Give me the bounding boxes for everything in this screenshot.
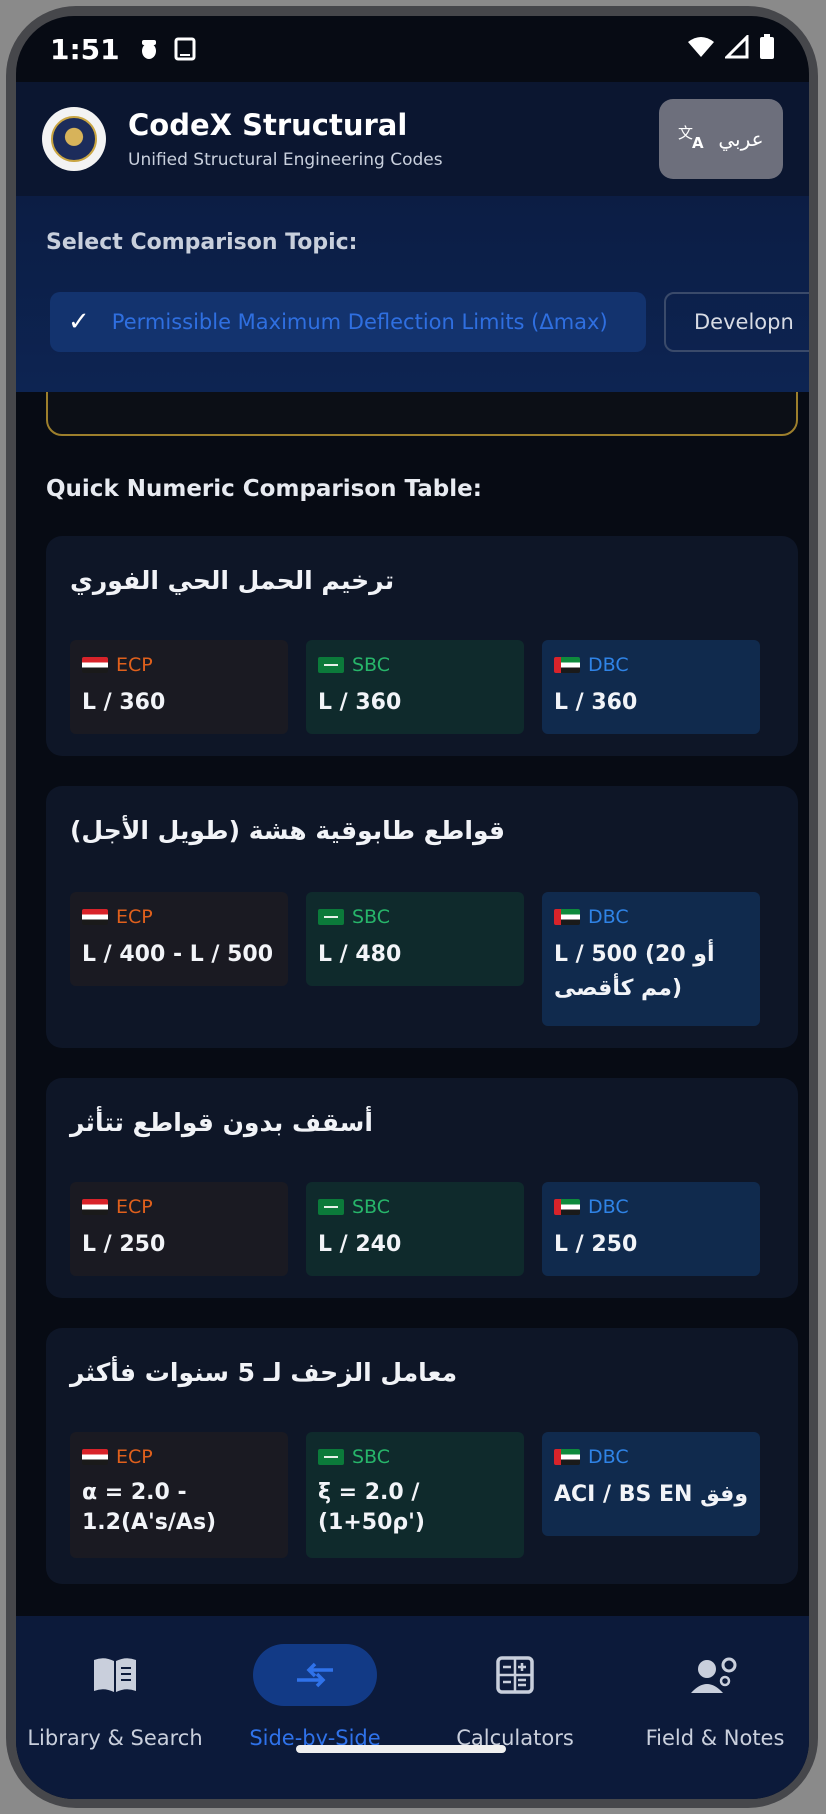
- battery-icon: [759, 34, 775, 64]
- app-title: CodeX Structural: [128, 108, 408, 142]
- saudi-flag-icon: [318, 909, 344, 925]
- translate-icon: 文A: [678, 124, 708, 155]
- row-title: ترخيم الحمل الحي الفوري: [70, 566, 395, 595]
- comparison-content: Quick Numeric Comparison Table: ترخيم ال…: [16, 392, 809, 1616]
- check-icon: ✓: [68, 307, 90, 337]
- code-label: ECP: [116, 1196, 153, 1218]
- home-indicator[interactable]: [296, 1745, 506, 1753]
- dbc-value: L / 360: [554, 690, 638, 715]
- nav-label: Field & Notes: [645, 1726, 785, 1750]
- nav-label: Library & Search: [27, 1726, 203, 1750]
- egypt-flag-icon: [82, 657, 108, 673]
- app-logo: [42, 107, 106, 171]
- egypt-flag-icon: [82, 1449, 108, 1465]
- topic-chip-label: Permissible Maximum Deflection Limits (Δ…: [111, 310, 608, 334]
- sbc-cell: SBC ξ = 2.0 / (1+50ρ'): [306, 1432, 524, 1558]
- code-label: DBC: [588, 906, 629, 928]
- dbc-cell: DBC وفق ACI / BS EN: [542, 1432, 760, 1536]
- ecp-value: L / 400 - L / 500: [82, 942, 274, 967]
- code-label: DBC: [588, 654, 629, 676]
- status-time: 1:51: [50, 32, 120, 66]
- sbc-cell: SBC L / 240: [306, 1182, 524, 1276]
- ecp-value: α = 2.0 - 1.2(A's/As): [82, 1480, 217, 1535]
- row-title: قواطع طابوقية هشة (طويل الأجل): [70, 816, 506, 845]
- book-icon: [16, 1644, 214, 1706]
- saudi-flag-icon: [318, 657, 344, 673]
- saudi-flag-icon: [318, 1199, 344, 1215]
- nav-library-search[interactable]: Library & Search: [16, 1644, 214, 1750]
- uae-flag-icon: [554, 1449, 580, 1465]
- svg-text:文: 文: [678, 124, 693, 142]
- uae-flag-icon: [554, 657, 580, 673]
- uae-flag-icon: [554, 1199, 580, 1215]
- comparison-row: أسقف بدون قواطع تتأثر ECP L / 250 SBC L …: [46, 1078, 798, 1298]
- dbc-value: L / 500 (أو 20 مم كأقصى): [554, 942, 715, 1001]
- sbc-value: L / 240: [318, 1232, 402, 1257]
- language-toggle-button[interactable]: 文A عربي: [659, 99, 783, 179]
- dbc-value: L / 250: [554, 1232, 638, 1257]
- dbc-value: وفق ACI / BS EN: [553, 1482, 748, 1507]
- comparison-row: معامل الزحف لـ 5 سنوات فأكثر ECP α = 2.0…: [46, 1328, 798, 1584]
- svg-text:A: A: [692, 134, 704, 150]
- saudi-flag-icon: [318, 1449, 344, 1465]
- topic-selector: Select Comparison Topic: ✓ Permissible M…: [16, 196, 809, 392]
- uae-flag-icon: [554, 909, 580, 925]
- row-title: معامل الزحف لـ 5 سنوات فأكثر: [70, 1358, 458, 1387]
- code-label: SBC: [352, 1446, 391, 1468]
- comparison-row: قواطع طابوقية هشة (طويل الأجل) ECP L / 4…: [46, 786, 798, 1048]
- sbc-value: L / 360: [318, 690, 402, 715]
- egypt-flag-icon: [82, 1199, 108, 1215]
- bottom-navigation: Library & Search Side-by-Side Calculator…: [16, 1616, 809, 1799]
- dbc-cell: DBC L / 360: [542, 640, 760, 734]
- ecp-cell: ECP L / 400 - L / 500: [70, 892, 288, 986]
- topic-chip-deflection[interactable]: ✓ Permissible Maximum Deflection Limits …: [50, 292, 646, 352]
- phone-frame: 1:51 CodeX Structural Unified Structural…: [6, 6, 818, 1808]
- engineer-icon: [616, 1644, 809, 1706]
- code-label: DBC: [588, 1196, 629, 1218]
- app-header: CodeX Structural Unified Structural Engi…: [16, 82, 809, 196]
- screenshot-icon: [174, 37, 196, 61]
- code-label: ECP: [116, 1446, 153, 1468]
- app-screen: 1:51 CodeX Structural Unified Structural…: [16, 16, 809, 1799]
- nav-field-notes[interactable]: Field & Notes: [616, 1644, 809, 1750]
- topic-chip-development[interactable]: Developn: [664, 292, 809, 352]
- status-bar: 1:51: [16, 16, 809, 82]
- sbc-value: ξ = 2.0 / (1+50ρ'): [318, 1480, 425, 1535]
- app-subtitle: Unified Structural Engineering Codes: [128, 150, 443, 170]
- topic-label: Select Comparison Topic:: [46, 230, 358, 255]
- bug-icon: [138, 37, 160, 61]
- code-label: SBC: [352, 906, 391, 928]
- wifi-icon: [687, 35, 715, 63]
- code-label: DBC: [588, 1446, 629, 1468]
- dbc-cell: DBC L / 250: [542, 1182, 760, 1276]
- notes-card: [46, 392, 798, 436]
- sbc-cell: SBC L / 480: [306, 892, 524, 986]
- dbc-cell: DBC L / 500 (أو 20 مم كأقصى): [542, 892, 760, 1026]
- code-label: ECP: [116, 654, 153, 676]
- code-label: SBC: [352, 1196, 391, 1218]
- language-label: عربي: [718, 127, 764, 151]
- signal-icon: [723, 33, 749, 63]
- ecp-value: L / 250: [82, 1232, 166, 1257]
- code-label: ECP: [116, 906, 153, 928]
- sbc-value: L / 480: [318, 942, 402, 967]
- nav-calculators[interactable]: Calculators: [416, 1644, 614, 1750]
- topic-chip-label: Developn: [694, 310, 794, 334]
- ecp-cell: ECP L / 360: [70, 640, 288, 734]
- ecp-value: L / 360: [82, 690, 166, 715]
- section-title: Quick Numeric Comparison Table:: [46, 476, 482, 502]
- compare-arrows-icon: [253, 1644, 377, 1706]
- sbc-cell: SBC L / 360: [306, 640, 524, 734]
- row-title: أسقف بدون قواطع تتأثر: [70, 1108, 373, 1137]
- egypt-flag-icon: [82, 909, 108, 925]
- ecp-cell: ECP L / 250: [70, 1182, 288, 1276]
- comparison-row: ترخيم الحمل الحي الفوري ECP L / 360 SBC …: [46, 536, 798, 756]
- nav-side-by-side[interactable]: Side-by-Side: [216, 1644, 414, 1750]
- ecp-cell: ECP α = 2.0 - 1.2(A's/As): [70, 1432, 288, 1558]
- calculator-icon: [416, 1644, 614, 1706]
- code-label: SBC: [352, 654, 391, 676]
